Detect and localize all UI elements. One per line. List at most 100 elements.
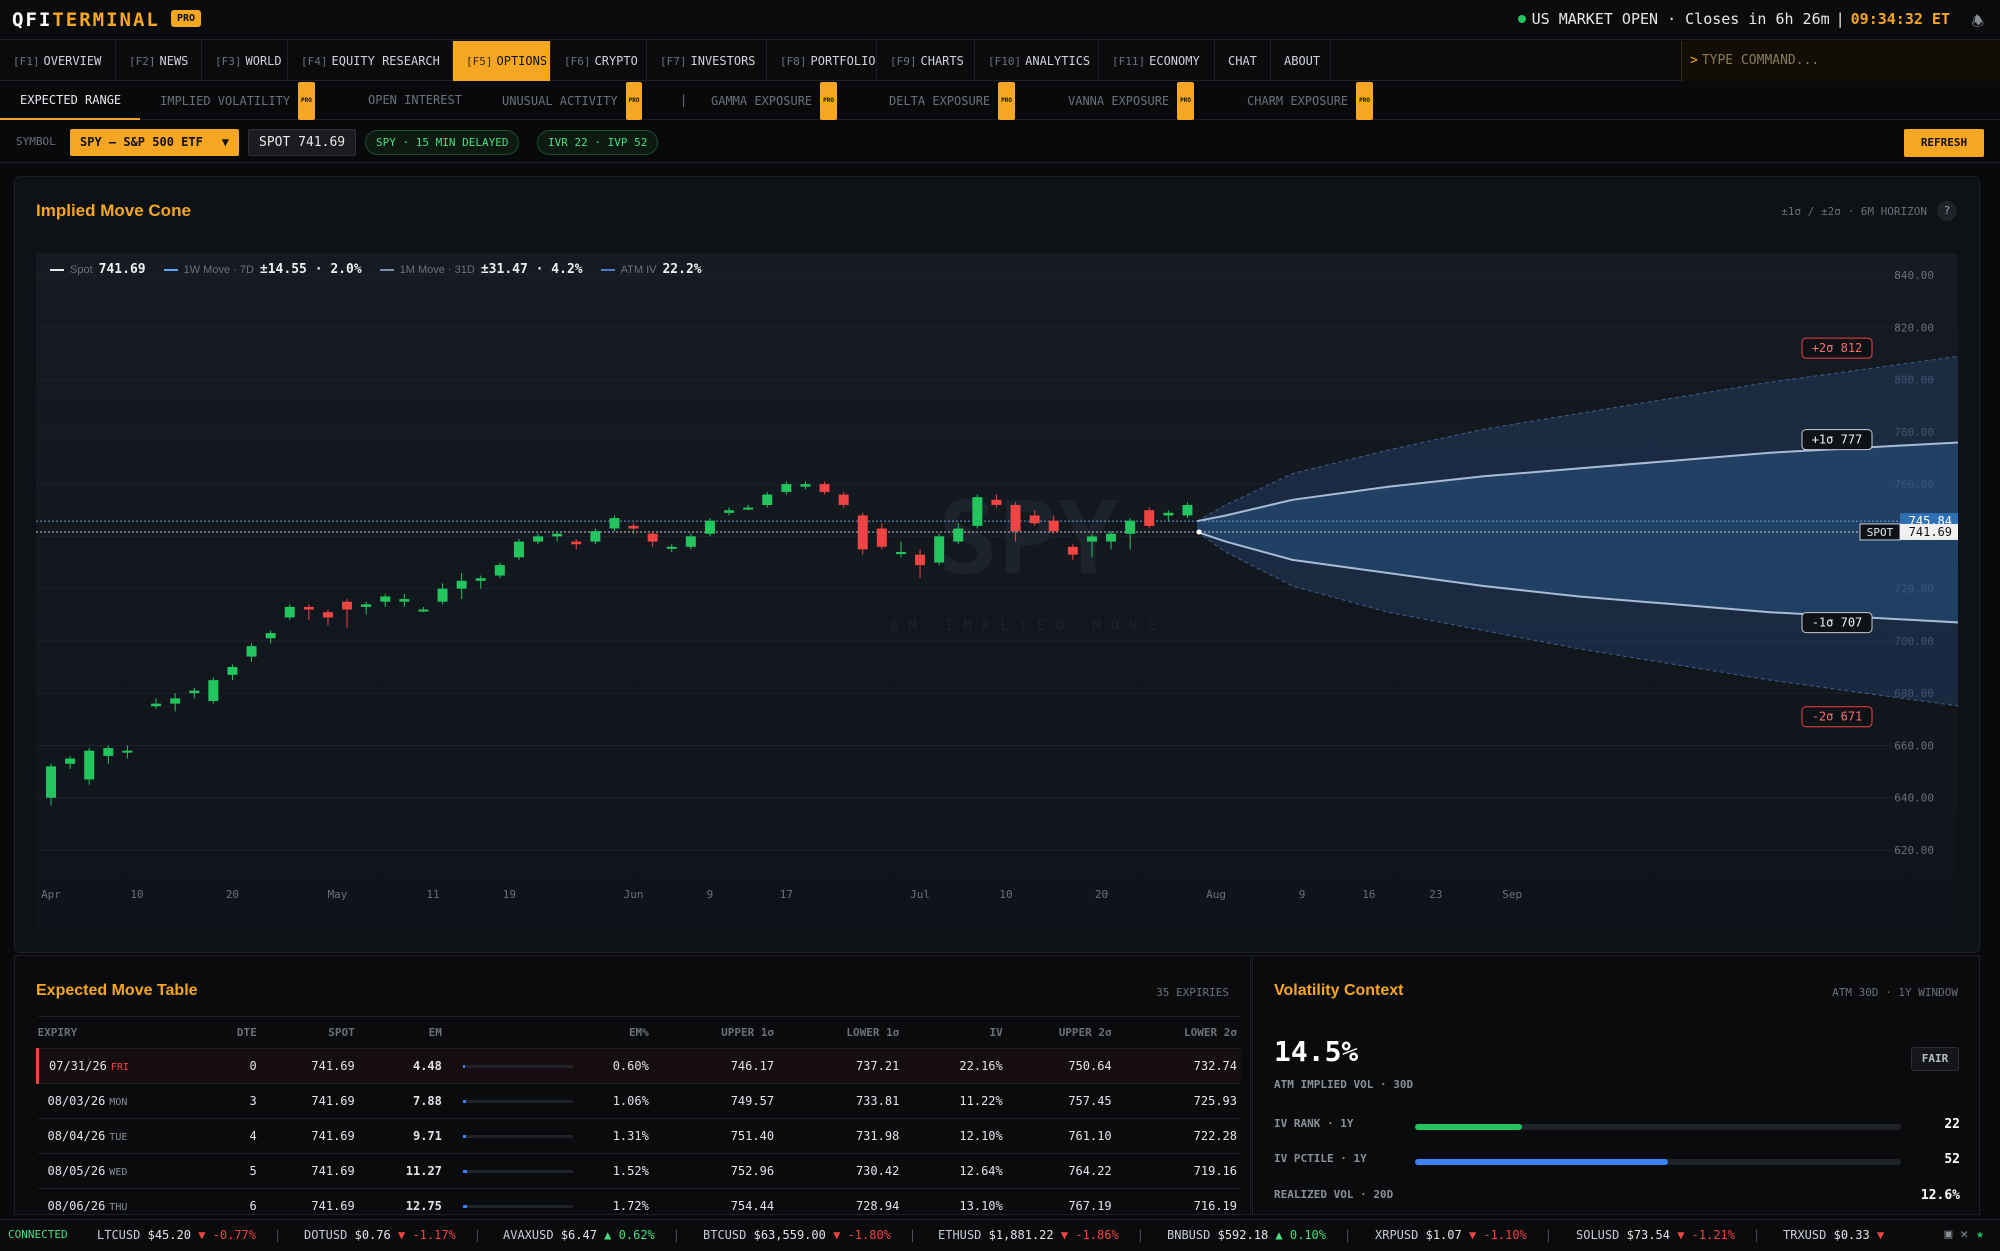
table-header-spot[interactable]: SPOT <box>260 1016 359 1049</box>
ticker-price: $45.20 <box>147 1228 191 1242</box>
expiry-date: 08/05/26 <box>47 1164 106 1178</box>
candle-body <box>781 484 792 492</box>
nav-tab-world[interactable]: [F3] WORLD <box>202 41 288 81</box>
table-header-expiry[interactable]: EXPIRY <box>37 1016 201 1049</box>
candle <box>1125 518 1136 550</box>
iv-value: 11.22% <box>959 1094 1003 1108</box>
subtab-expected-range[interactable]: EXPECTED RANGE <box>0 82 140 120</box>
iv-value: 12.10% <box>959 1129 1003 1143</box>
nav-tab-news[interactable]: [F2] NEWS <box>116 41 202 81</box>
candle-body <box>380 596 391 602</box>
upper2-value: 750.64 <box>1068 1059 1112 1073</box>
table-header-bar[interactable] <box>445 1016 577 1049</box>
market-open-dot-icon <box>1517 15 1526 23</box>
cell-spot: 741.69 <box>260 1118 359 1154</box>
nav-tab-equity-research[interactable]: [F4] EQUITY RESEARCH <box>288 41 453 81</box>
subtab-vanna-exposure[interactable]: VANNA EXPOSURE PRO <box>1068 82 1194 120</box>
instagram-icon[interactable]: ▣ <box>1945 1227 1961 1242</box>
table-header-iv[interactable]: IV <box>903 1016 1007 1049</box>
subtab-label: IMPLIED VOLATILITY <box>160 94 291 108</box>
nav-tab-label: PORTFOLIO <box>810 54 876 68</box>
ticker-item-ethusd[interactable]: ETHUSD $1,881.22 ▼ -1.86% | <box>938 1220 1144 1250</box>
ticker-item-xrpusd[interactable]: XRPUSD $1.07 ▼ -1.10% | <box>1375 1220 1552 1250</box>
cell-upper2: 750.64 <box>1006 1048 1116 1084</box>
ticker-item-bnbusd[interactable]: BNBUSD $592.18 ▲ 0.10% | <box>1167 1220 1351 1250</box>
iv-rank-fill <box>1415 1124 1522 1130</box>
candle <box>743 505 754 511</box>
em-bar <box>462 1065 573 1068</box>
symbol-select[interactable]: SPY — S&P 500 ETF ▼ <box>70 129 239 156</box>
table-header-upper-2-[interactable]: UPPER 2σ <box>1006 1016 1116 1049</box>
iv-pctile-row: IV PCTILE · 1Y 52 <box>1274 1152 1960 1172</box>
spot-value: 741.69 <box>311 1199 355 1214</box>
nav-tab-key: [F9] <box>890 55 917 68</box>
table-header-dte[interactable]: DTE <box>200 1016 261 1049</box>
nav-tab-charts[interactable]: [F9] CHARTS <box>877 41 975 81</box>
table-header-em[interactable]: EM <box>358 1016 446 1049</box>
bell-icon[interactable]: 🕭 <box>1971 11 1984 35</box>
footer-icons: ▣✕★ <box>1945 1220 1992 1250</box>
nav-tab-economy[interactable]: [F11] ECONOMY <box>1099 41 1215 81</box>
app-logo[interactable]: QFITERMINAL <box>12 9 160 31</box>
ticker-separator: | <box>1136 1228 1144 1242</box>
command-input[interactable]: > TYPE COMMAND... <box>1681 41 2000 81</box>
table-header-lower-2-[interactable]: LOWER 2σ <box>1115 1016 1241 1049</box>
subtab-implied-volatility[interactable]: IMPLIED VOLATILITY PRO <box>160 82 315 120</box>
candle-body <box>46 766 56 798</box>
arrow-down-icon: ▼ <box>833 1228 841 1242</box>
x-tick-label: 10 <box>130 888 143 901</box>
table-header-em-[interactable]: EM% <box>576 1016 653 1049</box>
chart-meta: ±1σ / ±2σ · 6M HORIZON <box>1781 205 1927 218</box>
ticker-item-solusd[interactable]: SOLUSD $73.54 ▼ -1.21% | <box>1576 1220 1760 1250</box>
candle-body <box>666 546 677 549</box>
help-icon[interactable]: ? <box>1937 201 1957 221</box>
ticker-item-btcusd[interactable]: BTCUSD $63,559.00 ▼ -1.80% | <box>703 1220 916 1250</box>
subtab-delta-exposure[interactable]: DELTA EXPOSURE PRO <box>889 82 1015 120</box>
candle <box>915 549 926 579</box>
table-row[interactable]: 08/03/26 MON 3 741.69 7.88 1.06% 749.57 733.81 1… <box>37 1083 1241 1119</box>
chart-plot-area[interactable]: 840.00820.00800.00780.00760.00740.00720.… <box>36 253 2000 931</box>
ticker-change: -1.10% <box>1483 1228 1527 1242</box>
ticker-item-avaxusd[interactable]: AVAXUSD $6.47 ▲ 0.62% | <box>503 1220 680 1250</box>
ticker-item-trxusd[interactable]: TRXUSD $0.33 ▼ <box>1783 1220 1884 1250</box>
subtab-unusual-activity[interactable]: UNUSUAL ACTIVITY PRO <box>502 82 643 120</box>
nav-tab-about[interactable]: ABOUT <box>1271 41 1331 81</box>
candle-body <box>972 497 983 526</box>
nav-tab-crypto[interactable]: [F6] CRYPTO <box>551 41 647 81</box>
arrow-down-icon: ▼ <box>1677 1228 1685 1242</box>
ticker-item-ltcusd[interactable]: LTCUSD $45.20 ▼ -0.77% | <box>97 1220 281 1250</box>
ticker-item-dotusd[interactable]: DOTUSD $0.76 ▼ -1.17% | <box>304 1220 481 1250</box>
star-icon[interactable]: ★ <box>1976 1227 1992 1242</box>
implied-move-chart[interactable]: 840.00820.00800.00780.00760.00740.00720.… <box>36 253 2000 931</box>
x-icon[interactable]: ✕ <box>1960 1227 1976 1242</box>
candle-body <box>1163 512 1174 516</box>
nav-tab-chat[interactable]: CHAT <box>1215 41 1271 81</box>
table-row[interactable]: 08/05/26 WED 5 741.69 11.27 1.52% 752.96 730.42… <box>37 1153 1241 1189</box>
nav-tab-overview[interactable]: [F1] OVERVIEW <box>0 41 116 81</box>
table-header-upper-1-[interactable]: UPPER 1σ <box>652 1016 779 1049</box>
cell-expiry: 08/05/26 WED <box>37 1153 201 1189</box>
cell-em: 9.71 <box>358 1118 446 1154</box>
cell-expiry: 07/31/26 FRI <box>35 1048 201 1084</box>
subtab-open-interest[interactable]: OPEN INTEREST <box>368 82 462 120</box>
nav-tab-portfolio[interactable]: [F8] PORTFOLIO <box>767 41 877 81</box>
refresh-button[interactable]: REFRESH <box>1904 129 1984 157</box>
nav-tab-analytics[interactable]: [F10] ANALYTICS <box>975 41 1099 81</box>
table-row[interactable]: 08/04/26 TUE 4 741.69 9.71 1.31% 751.40 731.98 1… <box>37 1118 1241 1154</box>
cell-spot: 741.69 <box>260 1083 359 1119</box>
candle-body <box>762 494 773 505</box>
lower2-value: 719.16 <box>1193 1164 1237 1178</box>
table-header-lower-1-[interactable]: LOWER 1σ <box>778 1016 904 1049</box>
table-row[interactable]: 07/31/26 FRI 0 741.69 4.48 0.60% 746.17 737.21 2… <box>35 1048 1241 1084</box>
subtab-gamma-exposure[interactable]: GAMMA EXPOSURE PRO <box>711 82 837 120</box>
nav-tab-options[interactable]: [F5] OPTIONS <box>453 41 551 81</box>
legend-1w: 1W Move · 7D ±14.55 · 2.0% <box>163 262 362 277</box>
x-tick-label: 10 <box>999 888 1012 901</box>
candle-body <box>227 667 238 675</box>
nav-tab-investors[interactable]: [F7] INVESTORS <box>647 41 767 81</box>
nav-tab-label: CHAT <box>1228 54 1257 68</box>
legend-atm-iv-swatch <box>600 268 615 271</box>
subtab-charm-exposure[interactable]: CHARM EXPOSURE PRO <box>1247 82 1373 120</box>
volatility-context-panel: Volatility Context ATM 30D · 1Y WINDOW 1… <box>1252 955 1980 1215</box>
ticker-symbol: DOTUSD <box>304 1228 348 1242</box>
